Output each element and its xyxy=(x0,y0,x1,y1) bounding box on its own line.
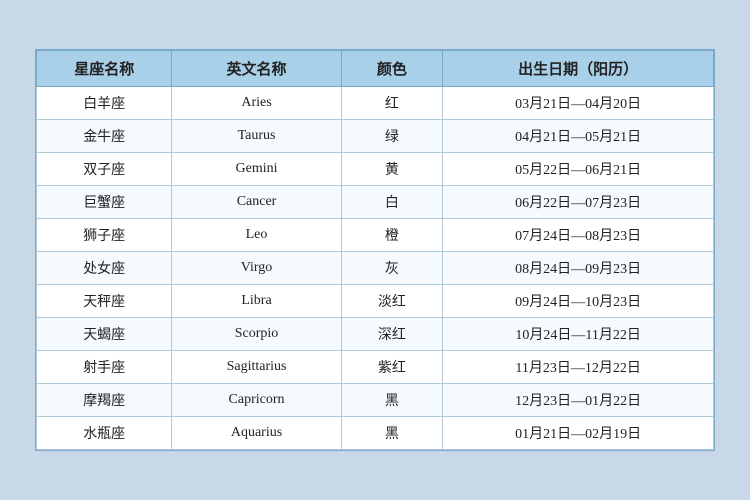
cell-birthdate: 05月22日—06月21日 xyxy=(443,153,714,186)
cell-english-name: Capricorn xyxy=(172,384,341,417)
cell-english-name: Taurus xyxy=(172,120,341,153)
table-row: 狮子座Leo橙07月24日—08月23日 xyxy=(37,219,714,252)
table-row: 金牛座Taurus绿04月21日—05月21日 xyxy=(37,120,714,153)
cell-chinese-name: 处女座 xyxy=(37,252,172,285)
cell-english-name: Leo xyxy=(172,219,341,252)
cell-chinese-name: 巨蟹座 xyxy=(37,186,172,219)
cell-birthdate: 04月21日—05月21日 xyxy=(443,120,714,153)
cell-color: 红 xyxy=(341,87,443,120)
cell-birthdate: 03月21日—04月20日 xyxy=(443,87,714,120)
cell-color: 黑 xyxy=(341,384,443,417)
cell-chinese-name: 水瓶座 xyxy=(37,417,172,450)
table-row: 巨蟹座Cancer白06月22日—07月23日 xyxy=(37,186,714,219)
cell-chinese-name: 射手座 xyxy=(37,351,172,384)
cell-chinese-name: 金牛座 xyxy=(37,120,172,153)
table-row: 天秤座Libra淡红09月24日—10月23日 xyxy=(37,285,714,318)
cell-color: 深红 xyxy=(341,318,443,351)
cell-color: 淡红 xyxy=(341,285,443,318)
cell-english-name: Sagittarius xyxy=(172,351,341,384)
cell-chinese-name: 天蝎座 xyxy=(37,318,172,351)
cell-birthdate: 09月24日—10月23日 xyxy=(443,285,714,318)
cell-color: 绿 xyxy=(341,120,443,153)
cell-color: 橙 xyxy=(341,219,443,252)
zodiac-table: 星座名称 英文名称 颜色 出生日期（阳历） 白羊座Aries红03月21日—04… xyxy=(36,50,714,450)
cell-chinese-name: 摩羯座 xyxy=(37,384,172,417)
cell-english-name: Libra xyxy=(172,285,341,318)
cell-color: 紫红 xyxy=(341,351,443,384)
header-english-name: 英文名称 xyxy=(172,51,341,87)
table-header-row: 星座名称 英文名称 颜色 出生日期（阳历） xyxy=(37,51,714,87)
table-row: 白羊座Aries红03月21日—04月20日 xyxy=(37,87,714,120)
cell-english-name: Aquarius xyxy=(172,417,341,450)
cell-birthdate: 08月24日—09月23日 xyxy=(443,252,714,285)
cell-birthdate: 12月23日—01月22日 xyxy=(443,384,714,417)
table-row: 处女座Virgo灰08月24日—09月23日 xyxy=(37,252,714,285)
cell-chinese-name: 白羊座 xyxy=(37,87,172,120)
cell-chinese-name: 天秤座 xyxy=(37,285,172,318)
table-row: 摩羯座Capricorn黑12月23日—01月22日 xyxy=(37,384,714,417)
zodiac-table-container: 星座名称 英文名称 颜色 出生日期（阳历） 白羊座Aries红03月21日—04… xyxy=(35,49,715,451)
cell-english-name: Cancer xyxy=(172,186,341,219)
cell-english-name: Scorpio xyxy=(172,318,341,351)
header-birthdate: 出生日期（阳历） xyxy=(443,51,714,87)
header-color: 颜色 xyxy=(341,51,443,87)
cell-english-name: Aries xyxy=(172,87,341,120)
cell-color: 黄 xyxy=(341,153,443,186)
cell-english-name: Virgo xyxy=(172,252,341,285)
cell-birthdate: 06月22日—07月23日 xyxy=(443,186,714,219)
cell-birthdate: 11月23日—12月22日 xyxy=(443,351,714,384)
table-row: 天蝎座Scorpio深红10月24日—11月22日 xyxy=(37,318,714,351)
cell-birthdate: 07月24日—08月23日 xyxy=(443,219,714,252)
cell-birthdate: 01月21日—02月19日 xyxy=(443,417,714,450)
cell-english-name: Gemini xyxy=(172,153,341,186)
cell-chinese-name: 狮子座 xyxy=(37,219,172,252)
cell-chinese-name: 双子座 xyxy=(37,153,172,186)
table-row: 射手座Sagittarius紫红11月23日—12月22日 xyxy=(37,351,714,384)
cell-birthdate: 10月24日—11月22日 xyxy=(443,318,714,351)
header-chinese-name: 星座名称 xyxy=(37,51,172,87)
cell-color: 白 xyxy=(341,186,443,219)
table-row: 双子座Gemini黄05月22日—06月21日 xyxy=(37,153,714,186)
cell-color: 黑 xyxy=(341,417,443,450)
cell-color: 灰 xyxy=(341,252,443,285)
table-row: 水瓶座Aquarius黑01月21日—02月19日 xyxy=(37,417,714,450)
